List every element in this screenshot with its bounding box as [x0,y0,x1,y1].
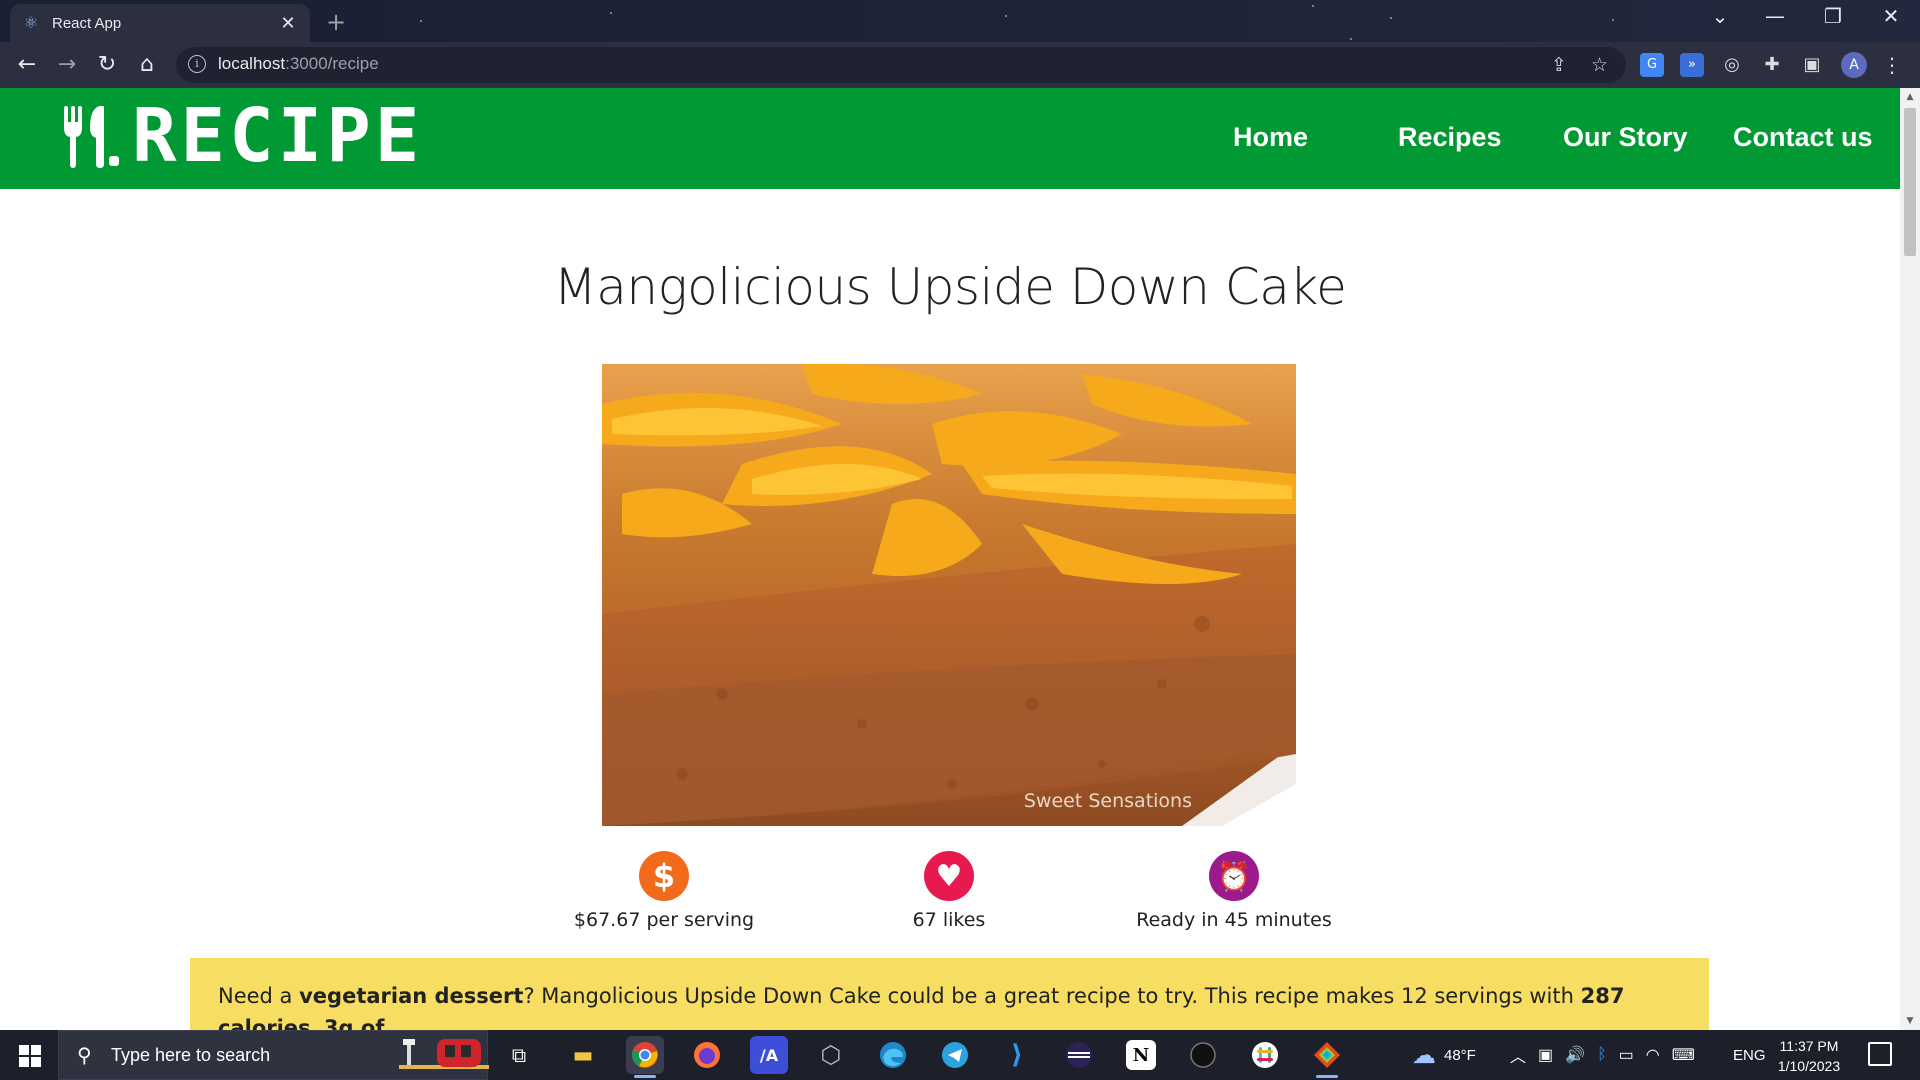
notion-icon[interactable]: N [1126,1040,1156,1070]
home-icon[interactable]: ⌂ [133,51,161,79]
eclipse-icon[interactable] [1060,1036,1098,1074]
scroll-down-arrow[interactable]: ▼ [1904,1016,1916,1026]
scroll-up-arrow[interactable]: ▲ [1904,92,1916,102]
weather-widget[interactable]: ☁ 48°F [1412,1030,1476,1080]
fast-forward-extension-icon[interactable]: » [1680,53,1704,77]
taskbar-clock[interactable]: 11:37 PM 1/10/2023 [1764,1036,1854,1076]
ide-app-icon[interactable]: /A [750,1036,788,1074]
keyboard-icon[interactable]: ⌨ [1672,1045,1695,1065]
battery-icon[interactable]: ▭ [1619,1045,1634,1065]
system-tray: ︿ ▣ 🔊 ᛒ ▭ ◠ ⌨ [1510,1030,1695,1080]
nav-contact-us[interactable]: Contact us [1733,122,1873,153]
react-icon: ⚛ [23,13,39,32]
fork-spoon-icon [64,106,119,168]
extensions-puzzle-icon[interactable]: ✚ [1760,53,1784,77]
image-watermark: Sweet Sensations [1023,790,1192,812]
tab-search-icon[interactable]: ⌄ [1700,4,1740,28]
profile-avatar[interactable]: A [1841,52,1867,78]
logo-text: RECIPE [132,93,424,179]
recipe-image: Sweet Sensations [602,364,1296,826]
browser-toolbar: ← → ↻ ⌂ i localhost:3000/recipe ⇪ ☆ G » … [0,42,1920,88]
tray-chevron-up-icon[interactable]: ︿ [1510,1043,1526,1067]
telegram-icon[interactable] [936,1036,974,1074]
translate-extension-icon[interactable]: G [1640,53,1664,77]
site-logo[interactable]: RECIPE [60,93,424,179]
input-language[interactable]: ENG [1733,1030,1766,1080]
cake-photo [602,364,1296,826]
vscode-icon[interactable]: ⟩ [998,1036,1036,1074]
scrollbar-thumb[interactable] [1904,108,1916,256]
minimize-button[interactable]: — [1755,4,1795,28]
forward-icon[interactable]: → [53,51,81,79]
side-panel-icon[interactable]: ▣ [1800,53,1824,77]
search-placeholder: Type here to search [111,1045,271,1065]
git-gui-icon[interactable] [1308,1036,1346,1078]
likes-stat: ♥ 67 likes [819,851,1079,931]
nav-home[interactable]: Home [1233,122,1308,153]
site-info-icon[interactable]: i [188,55,206,73]
share-icon[interactable]: ⇪ [1551,54,1567,76]
file-explorer-icon[interactable]: ▬ [564,1036,602,1074]
windows-taskbar: ⚲ Type here to search ⧉ ▬ /A ⬡ ⟩ N ☁ 48°… [0,1030,1920,1080]
tab-title: React App [52,14,122,32]
network-drive-icon[interactable]: ▣ [1538,1045,1553,1065]
restore-button[interactable]: ❐ [1813,4,1853,28]
firefox-icon[interactable] [688,1036,726,1074]
reload-icon[interactable]: ↻ [93,51,121,79]
browser-tab-strip: ⚛ React App ✕ + ⌄ — ❐ ✕ [0,0,1920,42]
weather-cloud-icon: ☁ [1412,1041,1436,1069]
heart-icon: ♥ [924,851,974,901]
page-viewport: RECIPE Home Recipes Our Story Contact us… [0,88,1900,1030]
nav-our-story[interactable]: Our Story [1563,122,1688,153]
edge-icon[interactable] [874,1036,912,1074]
menu-kebab-icon[interactable]: ⋮ [1880,53,1904,77]
taskbar-search-box[interactable]: ⚲ Type here to search [58,1030,489,1080]
page-scrollbar[interactable]: ▲ ▼ [1900,88,1920,1030]
recipe-summary: Need a vegetarian dessert? Mangolicious … [190,958,1709,1030]
browser-tab[interactable]: ⚛ React App ✕ [10,4,310,42]
clock-date: 1/10/2023 [1777,1058,1841,1074]
recipe-title: Mangolicious Upside Down Cake [553,258,1347,316]
likes-count: 67 likes [912,909,986,931]
ready-time: Ready in 45 minutes [1136,909,1332,931]
site-header: RECIPE Home Recipes Our Story Contact us [0,88,1900,189]
new-tab-button[interactable]: + [326,8,346,36]
chrome-taskbar-icon[interactable] [626,1036,664,1078]
globe-extension-icon[interactable]: ◎ [1720,53,1744,77]
github-desktop-icon[interactable] [1184,1036,1222,1074]
dollar-icon: $ [639,851,689,901]
close-window-button[interactable]: ✕ [1871,4,1911,28]
nav-recipes[interactable]: Recipes [1398,122,1502,153]
address-bar[interactable]: i localhost:3000/recipe ⇪ ☆ [176,47,1626,83]
windows-start-icon[interactable] [0,1030,58,1080]
search-icon: ⚲ [77,1043,92,1067]
weather-temperature: 48°F [1444,1046,1476,1064]
alarm-clock-icon: ⏰ [1209,851,1259,901]
close-tab-icon[interactable]: ✕ [278,13,298,34]
bluetooth-icon[interactable]: ᛒ [1597,1046,1607,1064]
wifi-icon[interactable]: ◠ [1646,1045,1660,1065]
price-stat: $ $67.67 per serving [534,851,794,931]
task-view-icon[interactable]: ⧉ [500,1036,538,1074]
slack-icon[interactable] [1246,1036,1284,1074]
train-illustration-icon [399,1039,489,1069]
url-text: localhost:3000/recipe [218,54,379,73]
clock-time: 11:37 PM [1779,1038,1839,1054]
price-per-serving: $67.67 per serving [573,909,755,931]
bookmark-star-icon[interactable]: ☆ [1591,54,1608,76]
notification-center-icon[interactable] [1868,1042,1892,1066]
time-stat: ⏰ Ready in 45 minutes [1104,851,1364,931]
unity-icon[interactable]: ⬡ [812,1036,850,1074]
volume-icon[interactable]: 🔊 [1565,1045,1585,1065]
back-icon[interactable]: ← [13,51,41,79]
